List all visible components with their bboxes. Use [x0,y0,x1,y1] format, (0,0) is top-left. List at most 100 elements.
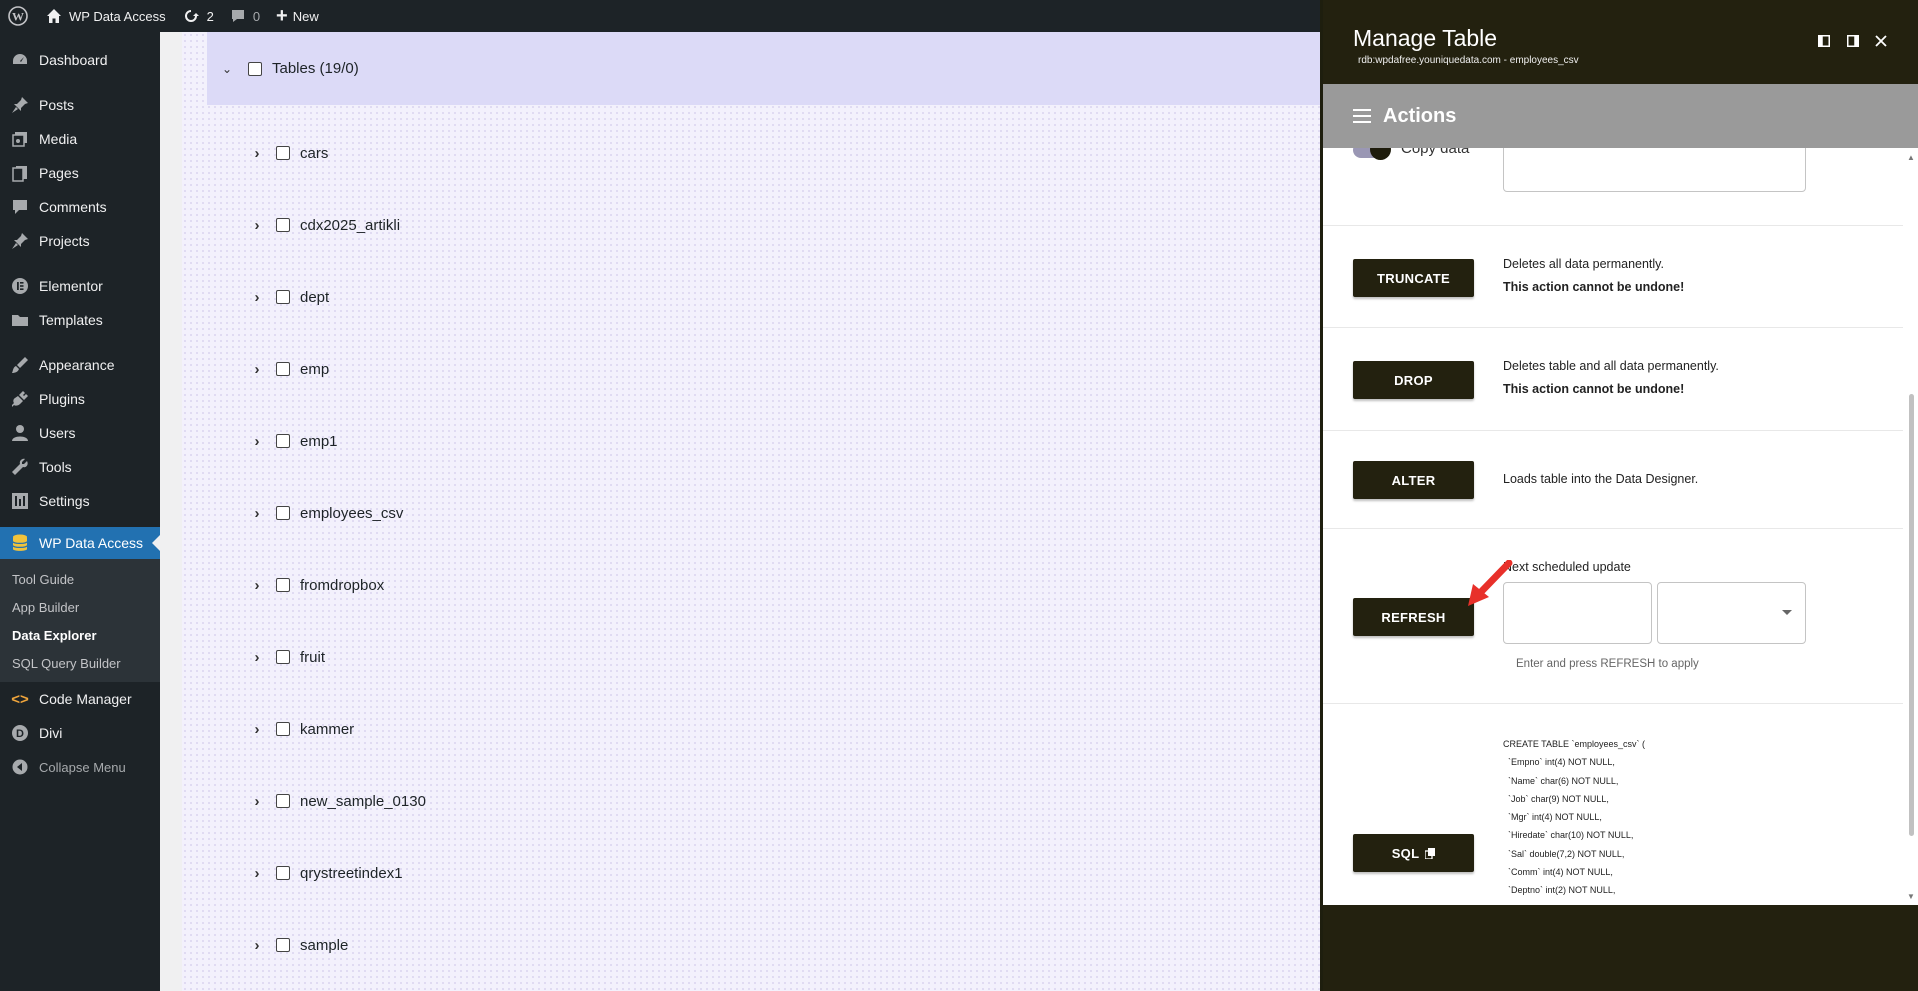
chevron-right-icon[interactable]: › [250,289,264,306]
table-checkbox[interactable] [276,362,290,376]
table-checkbox[interactable] [276,218,290,232]
dock-right-icon[interactable] [1846,34,1860,48]
table-checkbox[interactable] [276,866,290,880]
menu-icon[interactable] [1353,109,1371,123]
pages-icon [10,163,30,183]
wordpress-logo-icon[interactable]: W [0,0,38,32]
updates-link[interactable]: 2 [174,0,222,32]
table-row[interactable]: › kammer [250,717,355,741]
menu-dashboard[interactable]: Dashboard [0,43,160,77]
chevron-right-icon[interactable]: › [250,145,264,162]
table-checkbox[interactable] [276,290,290,304]
table-name: qrystreetindex1 [300,864,403,882]
sql-line: CREATE TABLE `employees_csv` ( [1503,739,1646,749]
menu-media[interactable]: Media [0,122,160,156]
collapse-menu-button[interactable]: Collapse Menu [0,750,160,784]
manage-table-panel: Manage Table rdb:wpdafree.youniquedata.c… [1320,0,1918,991]
site-name-link[interactable]: WP Data Access [38,0,174,32]
table-row[interactable]: › qrystreetindex1 [250,861,403,885]
sql-line: `Job` char(9) NOT NULL, [1503,793,1609,804]
submenu-data-explorer[interactable]: Data Explorer [0,622,160,650]
chevron-right-icon[interactable]: › [250,793,264,810]
menu-settings[interactable]: Settings [0,484,160,518]
refresh-interval-select[interactable] [1657,582,1806,644]
comments-link[interactable]: 0 [222,0,268,32]
scroll-up-arrow-icon[interactable]: ▲ [1907,153,1915,162]
submenu-sql-query-builder[interactable]: SQL Query Builder [0,650,160,678]
table-checkbox[interactable] [276,722,290,736]
plus-icon: + [276,4,288,27]
menu-appearance[interactable]: Appearance [0,348,160,382]
chevron-right-icon[interactable]: › [250,433,264,450]
panel-header: Manage Table rdb:wpdafree.youniquedata.c… [1323,0,1918,84]
drop-description: Deletes table and all data permanently. … [1503,359,1719,396]
chevron-right-icon[interactable]: › [250,361,264,378]
menu-code-manager[interactable]: <> Code Manager [0,682,160,716]
chevron-right-icon[interactable]: › [250,937,264,954]
panel-scrollbar[interactable]: ▲ ▼ [1906,148,1916,905]
table-checkbox[interactable] [276,506,290,520]
wp-data-access-submenu: Tool Guide App Builder Data Explorer SQL… [0,559,160,682]
tables-group-header[interactable]: ⌄ Tables (19/0) [207,32,1320,105]
tables-group-checkbox[interactable] [248,61,262,76]
menu-posts[interactable]: Posts [0,88,160,122]
table-row[interactable]: › cdx2025_artikli [250,213,401,237]
table-checkbox[interactable] [276,794,290,808]
table-name: emp [300,360,330,378]
create-table-sql: CREATE TABLE `employees_csv` ( `Empno` i… [1503,735,1645,900]
table-name: fruit [300,648,326,666]
settings-icon [10,491,30,511]
close-icon[interactable] [1874,34,1888,48]
table-checkbox[interactable] [276,146,290,160]
table-row[interactable]: › cars [250,141,329,165]
menu-divi[interactable]: D Divi [0,716,160,750]
chevron-right-icon[interactable]: › [250,865,264,882]
updates-count: 2 [206,8,214,24]
table-row[interactable]: › sample [250,933,349,957]
table-name: sample [300,936,349,954]
menu-comments[interactable]: Comments [0,190,160,224]
sql-button[interactable]: SQL [1353,834,1474,872]
table-row[interactable]: › employees_csv [250,501,404,525]
menu-elementor[interactable]: Elementor [0,269,160,303]
menu-tools[interactable]: Tools [0,450,160,484]
alter-button[interactable]: ALTER [1353,461,1474,499]
refresh-date-input[interactable] [1503,582,1652,644]
table-row[interactable]: › fruit [250,645,326,669]
menu-templates[interactable]: Templates [0,303,160,337]
table-row[interactable]: › new_sample_0130 [250,789,426,813]
menu-pages[interactable]: Pages [0,156,160,190]
table-checkbox[interactable] [276,650,290,664]
table-row[interactable]: › emp [250,357,330,381]
submenu-app-builder[interactable]: App Builder [0,594,160,622]
sql-line: `Sal` double(7,2) NOT NULL, [1503,848,1625,859]
chevron-right-icon[interactable]: › [250,217,264,234]
menu-projects[interactable]: Projects [0,224,160,258]
chevron-down-icon[interactable]: ⌄ [220,62,234,76]
table-checkbox[interactable] [276,578,290,592]
table-checkbox[interactable] [276,434,290,448]
dock-left-icon[interactable] [1817,34,1831,48]
table-row[interactable]: › emp1 [250,429,338,453]
table-checkbox[interactable] [276,938,290,952]
database-icon [10,533,30,553]
dashboard-icon [10,50,30,70]
drop-button[interactable]: DROP [1353,361,1474,399]
chevron-right-icon[interactable]: › [250,577,264,594]
menu-users[interactable]: Users [0,416,160,450]
menu-plugins[interactable]: Plugins [0,382,160,416]
new-content-link[interactable]: + New [268,0,327,32]
folder-icon [10,310,30,330]
truncate-button[interactable]: TRUNCATE [1353,259,1474,297]
submenu-tool-guide[interactable]: Tool Guide [0,566,160,594]
chevron-right-icon[interactable]: › [250,721,264,738]
scroll-down-arrow-icon[interactable]: ▼ [1907,892,1915,901]
copy-data-toggle[interactable] [1353,148,1391,160]
brush-icon [10,355,30,375]
menu-wp-data-access[interactable]: WP Data Access [0,527,160,559]
chevron-right-icon[interactable]: › [250,649,264,666]
table-row[interactable]: › fromdropbox [250,573,385,597]
table-row[interactable]: › dept [250,285,330,309]
chevron-right-icon[interactable]: › [250,505,264,522]
copy-data-target-field[interactable] [1503,148,1806,192]
